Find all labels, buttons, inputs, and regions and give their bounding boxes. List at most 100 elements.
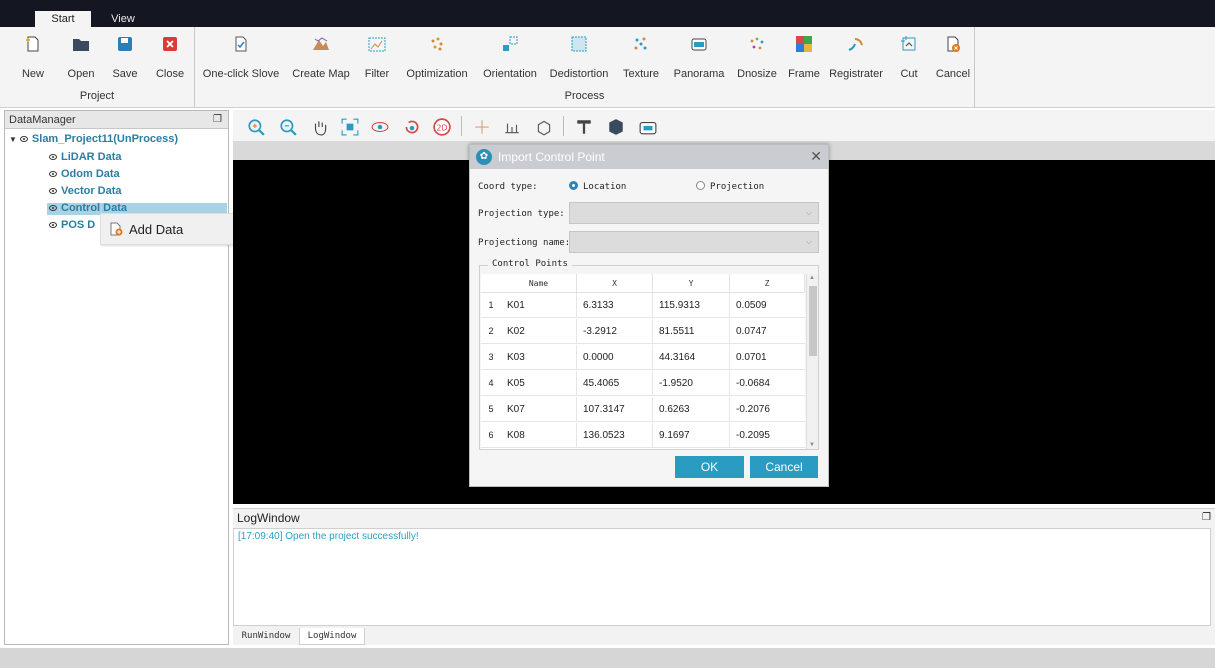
crosshair-icon[interactable] <box>473 118 489 134</box>
data-manager-header: DataManager ❐ <box>5 111 228 129</box>
paint-roller-icon[interactable] <box>575 118 591 134</box>
ok-button[interactable]: OK <box>675 456 744 478</box>
log-window-title: LogWindow <box>237 511 300 525</box>
dialog-title-bar[interactable]: ✿ Import Control Point ✕ <box>470 145 828 169</box>
scroll-down-icon[interactable]: ▼ <box>809 442 815 448</box>
dedistortion-button[interactable]: Dedistortion <box>545 27 613 89</box>
registrater-button[interactable]: Registrater <box>826 27 886 89</box>
title-tab-bar: Start View <box>0 0 1215 27</box>
reset-icon[interactable] <box>403 118 419 134</box>
frame-icon <box>795 35 813 53</box>
log-line: [17:09:40] Open the project successfully… <box>238 531 419 542</box>
dnosize-icon <box>748 35 766 53</box>
radio-location[interactable]: Location <box>569 181 626 192</box>
tab-log-window[interactable]: LogWindow <box>299 628 365 645</box>
radio-projection[interactable]: Projection <box>696 181 764 192</box>
process-group-label: Process <box>564 90 605 102</box>
control-points-table: Name X Y Z 1 K01 6.3133 115.9313 0.0509 … <box>481 274 805 449</box>
tab-start[interactable]: Start <box>35 11 91 27</box>
tree-item-project[interactable]: ▼ Slam_Project11(UnProcess) <box>9 133 178 145</box>
table-row[interactable]: 5 K07 107.3147 0.6263 -0.2076 <box>481 397 805 422</box>
projection-type-label: Projection type: <box>478 209 565 219</box>
close-button[interactable]: Close <box>154 27 186 89</box>
save-button[interactable]: Save <box>110 27 140 89</box>
projection-name-select[interactable]: ⌵ <box>569 231 819 253</box>
cut-button[interactable]: Cut <box>891 27 927 89</box>
cancel-button[interactable]: Cancel <box>750 456 818 478</box>
table-row[interactable]: 1 K01 6.3133 115.9313 0.0509 <box>481 293 805 318</box>
new-file-icon <box>24 35 42 53</box>
eye-icon[interactable] <box>49 154 57 161</box>
log-window: LogWindow ❐ [17:09:40] Open the project … <box>233 508 1215 645</box>
column-header-y[interactable]: Y <box>653 274 730 293</box>
dnosize-button[interactable]: Dnosize <box>732 27 782 89</box>
cancel-process-button[interactable]: Cancel <box>933 27 973 89</box>
cancel-icon <box>944 35 962 53</box>
projection-type-select[interactable]: ⌵ <box>569 202 819 224</box>
control-points-group: Control Points Name X Y Z 1 K01 6.3133 1… <box>479 259 819 450</box>
folder-open-icon <box>72 35 90 53</box>
svg-text:2D: 2D <box>436 123 447 132</box>
expand-arrow-icon[interactable]: ▼ <box>9 135 17 144</box>
tree-item-vector-data[interactable]: Vector Data <box>49 185 122 197</box>
eye-icon[interactable] <box>19 136 28 143</box>
app-logo-icon: ✿ <box>476 149 492 165</box>
context-menu-add-data[interactable]: Add Data <box>109 222 183 237</box>
column-header-z[interactable]: Z <box>730 274 805 293</box>
box-select-icon[interactable] <box>535 118 551 136</box>
2d-view-icon[interactable]: 2D <box>433 118 451 136</box>
eye-icon[interactable] <box>49 205 57 212</box>
table-row[interactable]: 4 K05 45.4065 -1.9520 -0.0684 <box>481 371 805 396</box>
measure-icon[interactable] <box>503 118 519 134</box>
table-row[interactable]: 3 K03 0.0000 44.3164 0.0701 <box>481 345 805 370</box>
zoom-in-icon[interactable] <box>247 118 265 136</box>
close-icon[interactable]: ✕ <box>810 148 822 165</box>
viewer-toolbar: 2D <box>233 110 1215 142</box>
frame-button[interactable]: Frame <box>784 27 824 89</box>
scroll-up-icon[interactable]: ▲ <box>809 275 815 281</box>
tab-run-window[interactable]: RunWindow <box>237 628 295 645</box>
fit-view-icon[interactable] <box>341 118 359 136</box>
filter-button[interactable]: Filter <box>361 27 393 89</box>
orientation-icon <box>501 35 519 53</box>
chevron-down-icon: ⌵ <box>805 237 812 246</box>
camera-icon[interactable] <box>639 118 657 135</box>
cube-icon[interactable] <box>607 118 623 135</box>
tree-item-odom-data[interactable]: Odom Data <box>49 168 120 180</box>
ribbon-group-process: One-click Slove Create Map Filter Optimi… <box>195 27 975 108</box>
chevron-down-icon: ⌵ <box>805 208 812 217</box>
log-content: [17:09:40] Open the project successfully… <box>233 528 1211 626</box>
optimization-button[interactable]: Optimization <box>402 27 472 89</box>
column-header-name[interactable]: Name <box>501 274 577 293</box>
one-click-slove-button[interactable]: One-click Slove <box>198 27 284 89</box>
table-row[interactable]: 2 K02 -3.2912 81.5511 0.0747 <box>481 319 805 344</box>
close-icon <box>161 35 179 53</box>
scrollbar-thumb[interactable] <box>809 286 817 356</box>
tab-view[interactable]: View <box>100 11 146 27</box>
new-button[interactable]: New <box>18 27 48 89</box>
pin-icon[interactable]: ❐ <box>1202 509 1211 527</box>
pan-hand-icon[interactable] <box>311 118 327 136</box>
orientation-button[interactable]: Orientation <box>479 27 541 89</box>
cut-icon <box>900 35 918 53</box>
zoom-out-icon[interactable] <box>279 118 297 136</box>
status-bar <box>0 648 1215 668</box>
data-manager-panel: DataManager ❐ ▼ Slam_Project11(UnProcess)… <box>4 110 229 645</box>
create-map-button[interactable]: Create Map <box>289 27 353 89</box>
eye-icon[interactable] <box>49 171 57 178</box>
table-scrollbar[interactable]: ▲ ▼ <box>806 274 818 449</box>
tree-item-lidar-data[interactable]: LiDAR Data <box>49 151 122 163</box>
open-button[interactable]: Open <box>66 27 96 89</box>
add-data-icon <box>109 222 129 237</box>
table-row[interactable]: 6 K08 136.0523 9.1697 -0.2095 <box>481 423 805 448</box>
tree-item-pos-data[interactable]: POS D <box>49 219 95 231</box>
rotate-icon[interactable] <box>371 118 389 134</box>
eye-icon[interactable] <box>49 188 57 195</box>
eye-icon[interactable] <box>49 222 57 229</box>
column-header-x[interactable]: X <box>577 274 653 293</box>
toolbar-separator <box>563 116 564 136</box>
pin-icon[interactable]: ❐ <box>213 111 222 129</box>
texture-button[interactable]: Texture <box>618 27 664 89</box>
table-corner <box>481 274 501 293</box>
panorama-button[interactable]: Panorama <box>667 27 731 89</box>
